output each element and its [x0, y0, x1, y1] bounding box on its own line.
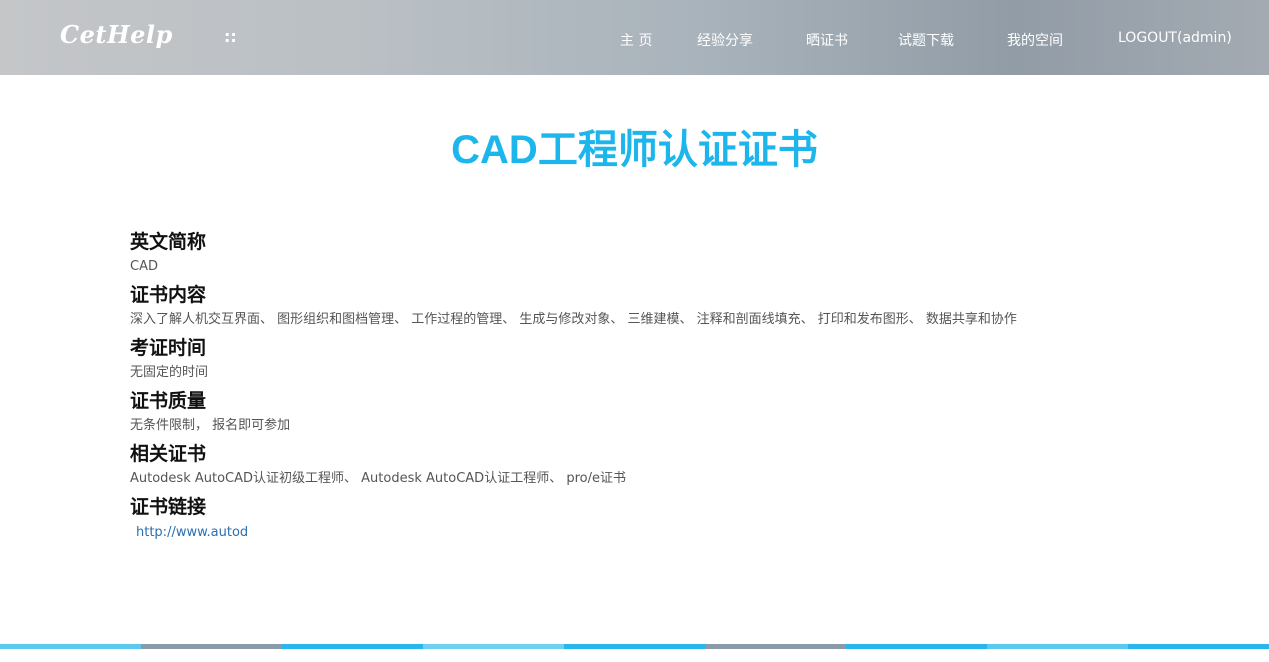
- section-text: 深入了解人机交互界面、 图形组织和图档管理、 工作过程的管理、 生成与修改对象、…: [130, 312, 1017, 327]
- section-text: Autodesk AutoCAD认证初级工程师、 Autodesk AutoCA…: [130, 471, 626, 486]
- logo-dots: ::: [224, 27, 237, 46]
- footer-bar-segment: [423, 644, 564, 649]
- footer-bar-segment: [1128, 644, 1269, 649]
- section-certificate-content: 证书内容 深入了解人机交互界面、 图形组织和图档管理、 工作过程的管理、 生成与…: [130, 281, 1140, 331]
- section-certificate-link: 证书链接 http://www.autod: [130, 493, 1140, 540]
- section-heading: 证书质量: [130, 390, 207, 412]
- section-heading: 证书内容: [130, 284, 207, 306]
- nav-exam-downloads[interactable]: 试题下载: [898, 30, 954, 50]
- footer-bar-segment: [846, 644, 987, 649]
- section-english-abbr: 英文简称 CAD: [130, 228, 1140, 278]
- certificate-link[interactable]: http://www.autod: [136, 525, 248, 540]
- site-logo[interactable]: CetHelp: [60, 20, 173, 49]
- footer-color-bar: [0, 644, 1269, 649]
- nav-my-space[interactable]: 我的空间: [1007, 30, 1063, 50]
- section-text: CAD: [130, 259, 158, 274]
- top-navbar: CetHelp :: 主 页 经验分享 晒证书 试题下载 我的空间 LOGOUT…: [0, 0, 1269, 75]
- footer-bar-segment: [564, 644, 705, 649]
- footer-bar-segment: [141, 644, 282, 649]
- footer-bar-segment: [987, 644, 1128, 649]
- nav-experience-share[interactable]: 经验分享: [697, 30, 753, 50]
- nav-logout[interactable]: LOGOUT(admin): [1118, 30, 1232, 46]
- section-text: 无固定的时间: [130, 365, 209, 380]
- section-heading: 证书链接: [130, 496, 207, 518]
- section-exam-time: 考证时间 无固定的时间: [130, 334, 1140, 384]
- section-heading: 相关证书: [130, 443, 207, 465]
- nav-show-certificates[interactable]: 晒证书: [806, 30, 848, 50]
- footer-bar-segment: [0, 644, 141, 649]
- section-related-certificates: 相关证书 Autodesk AutoCAD认证初级工程师、 Autodesk A…: [130, 440, 1140, 490]
- section-text: 无条件限制， 报名即可参加: [130, 418, 291, 433]
- section-heading: 考证时间: [130, 337, 207, 359]
- nav-home[interactable]: 主 页: [620, 30, 652, 50]
- section-heading: 英文简称: [130, 231, 207, 253]
- certificate-details: 英文简称 CAD 证书内容 深入了解人机交互界面、 图形组织和图档管理、 工作过…: [130, 228, 1140, 540]
- section-certificate-quality: 证书质量 无条件限制， 报名即可参加: [130, 387, 1140, 437]
- page-title: CAD工程师认证证书: [451, 128, 818, 172]
- footer-bar-segment: [282, 644, 423, 649]
- footer-bar-segment: [705, 644, 846, 649]
